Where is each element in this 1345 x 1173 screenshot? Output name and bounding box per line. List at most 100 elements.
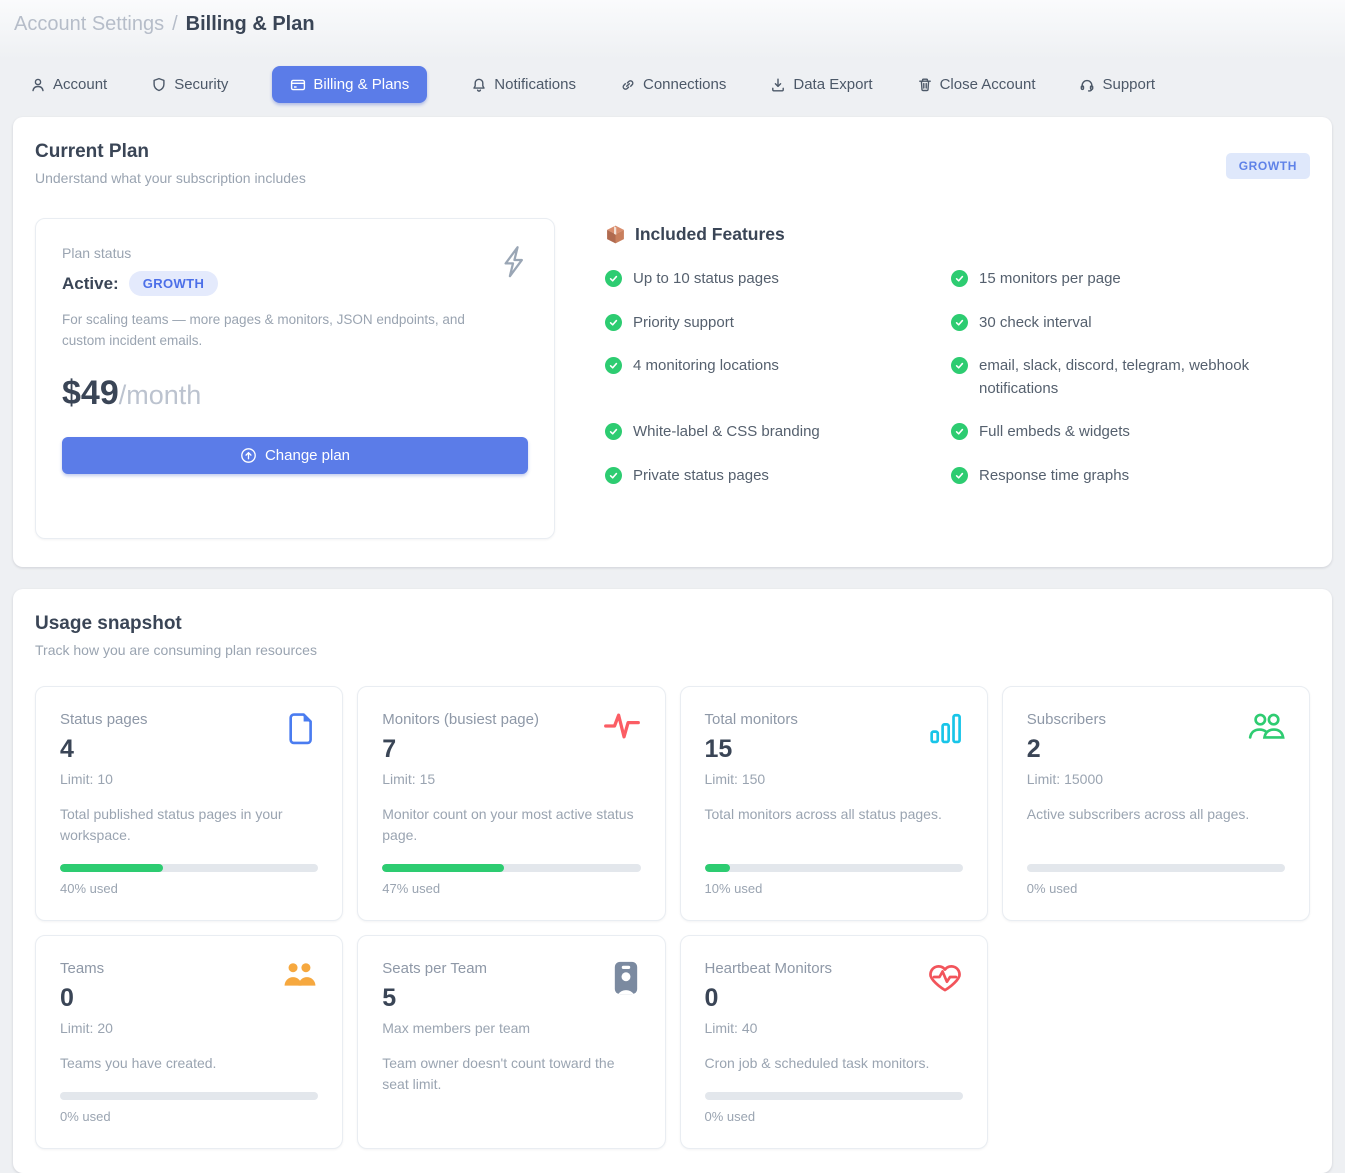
check-circle-icon	[951, 270, 968, 287]
usage-card-description: Monitor count on your most active status…	[382, 804, 640, 846]
usage-card-seats-per-team: Seats per Team 5 Max members per team Te…	[357, 935, 665, 1149]
package-icon	[605, 224, 626, 245]
tab-data-export[interactable]: Data Export	[770, 76, 872, 93]
usage-card-status-pages: Status pages 4 Limit: 10 Total published…	[35, 686, 343, 921]
pulse-icon	[603, 711, 641, 741]
usage-card-label: Teams	[60, 960, 318, 977]
progress-track	[705, 864, 963, 872]
usage-percent-label: 47% used	[382, 881, 640, 896]
tab-label: Support	[1102, 76, 1155, 93]
usage-progress: 0% used	[60, 1074, 318, 1124]
tab-label: Security	[174, 76, 228, 93]
usage-card-limit: Limit: 15	[382, 771, 640, 787]
check-circle-icon	[605, 467, 622, 484]
headset-icon	[1079, 77, 1095, 93]
download-icon	[770, 77, 786, 93]
breadcrumb-section[interactable]: Account Settings	[14, 13, 164, 36]
plan-status-card: Plan status Active: GROWTH For scaling t…	[35, 218, 555, 539]
feature-item: Priority support	[605, 312, 915, 335]
tab-support[interactable]: Support	[1079, 76, 1155, 93]
usage-percent-label: 0% used	[705, 1109, 963, 1124]
usage-grid: Status pages 4 Limit: 10 Total published…	[35, 686, 1310, 1149]
usage-percent-label: 0% used	[60, 1109, 318, 1124]
feature-label: 30 check interval	[979, 312, 1092, 335]
link-icon	[620, 77, 636, 93]
usage-card-description: Cron job & scheduled task monitors.	[705, 1053, 963, 1074]
usage-card-limit: Limit: 10	[60, 771, 318, 787]
current-plan-section: Current Plan Understand what your subscr…	[13, 117, 1332, 567]
tab-notifications[interactable]: Notifications	[471, 76, 576, 93]
included-features: Included Features Up to 10 status pages …	[605, 218, 1310, 539]
settings-tab-bar: Account Security Billing & Plans Notific…	[30, 66, 1331, 103]
features-title: Included Features	[635, 224, 785, 245]
usage-percent-label: 0% used	[1027, 881, 1285, 896]
change-plan-label: Change plan	[265, 447, 350, 464]
feature-item: 4 monitoring locations	[605, 355, 915, 400]
tab-label: Close Account	[940, 76, 1036, 93]
tab-account[interactable]: Account	[30, 76, 107, 93]
usage-card-limit: Limit: 20	[60, 1020, 318, 1036]
check-circle-icon	[951, 467, 968, 484]
current-plan-title: Current Plan	[35, 141, 306, 163]
plan-tier-badge: GROWTH	[1226, 153, 1310, 179]
plan-status-label: Plan status	[62, 245, 528, 261]
breadcrumb-separator: /	[172, 13, 178, 36]
progress-track	[1027, 864, 1285, 872]
shield-icon	[151, 77, 167, 93]
tab-label: Data Export	[793, 76, 872, 93]
feature-item: Response time graphs	[951, 465, 1261, 488]
trash-icon	[917, 77, 933, 93]
check-circle-icon	[605, 423, 622, 440]
progress-fill	[705, 864, 731, 872]
progress-track	[60, 1092, 318, 1100]
plan-description: For scaling teams — more pages & monitor…	[62, 310, 472, 352]
tab-label: Notifications	[494, 76, 576, 93]
heartbeat-icon	[927, 960, 963, 994]
usage-snapshot-section: Usage snapshot Track how you are consumi…	[13, 589, 1332, 1173]
usage-card-label: Total monitors	[705, 711, 963, 728]
usage-card-value: 4	[60, 735, 318, 764]
usage-card-limit: Limit: 15000	[1027, 771, 1285, 787]
current-plan-subtitle: Understand what your subscription includ…	[35, 170, 306, 186]
usage-card-description: Total monitors across all status pages.	[705, 804, 963, 825]
feature-item: email, slack, discord, telegram, webhook…	[951, 355, 1261, 400]
usage-progress: 0% used	[1027, 846, 1285, 896]
arrow-up-circle-icon	[240, 447, 257, 464]
bell-icon	[471, 77, 487, 93]
credit-card-icon	[290, 77, 306, 93]
check-circle-icon	[951, 357, 968, 374]
usage-card-limit: Limit: 40	[705, 1020, 963, 1036]
usage-card-value: 15	[705, 735, 963, 764]
features-grid: Up to 10 status pages 15 monitors per pa…	[605, 268, 1310, 487]
usage-card-total-monitors: Total monitors 15 Limit: 150 Total monit…	[680, 686, 988, 921]
feature-item: Private status pages	[605, 465, 915, 488]
person-icon	[30, 77, 46, 93]
page-title: Billing & Plan	[186, 13, 315, 36]
tab-billing-plans[interactable]: Billing & Plans	[272, 66, 427, 103]
teams-icon	[282, 960, 318, 988]
usage-progress: 10% used	[705, 846, 963, 896]
tab-security[interactable]: Security	[151, 76, 228, 93]
feature-item: White-label & CSS branding	[605, 421, 915, 444]
usage-card-label: Seats per Team	[382, 960, 640, 977]
plan-status-value: Active:	[62, 274, 119, 294]
progress-fill	[60, 864, 163, 872]
feature-label: Priority support	[633, 312, 734, 335]
usage-card-label: Heartbeat Monitors	[705, 960, 963, 977]
change-plan-button[interactable]: Change plan	[62, 437, 528, 474]
usage-card-heartbeat-monitors: Heartbeat Monitors 0 Limit: 40 Cron job …	[680, 935, 988, 1149]
tab-close-account[interactable]: Close Account	[917, 76, 1036, 93]
usage-subtitle: Track how you are consuming plan resourc…	[35, 642, 1310, 658]
check-circle-icon	[951, 314, 968, 331]
usage-progress: 0% used	[705, 1074, 963, 1124]
plan-price: $49	[62, 374, 119, 413]
check-circle-icon	[605, 357, 622, 374]
progress-track	[382, 864, 640, 872]
feature-label: 4 monitoring locations	[633, 355, 779, 378]
check-circle-icon	[951, 423, 968, 440]
tab-connections[interactable]: Connections	[620, 76, 726, 93]
tab-label: Account	[53, 76, 107, 93]
usage-card-description: Total published status pages in your wor…	[60, 804, 318, 846]
progress-track	[60, 864, 318, 872]
feature-item: 15 monitors per page	[951, 268, 1261, 291]
